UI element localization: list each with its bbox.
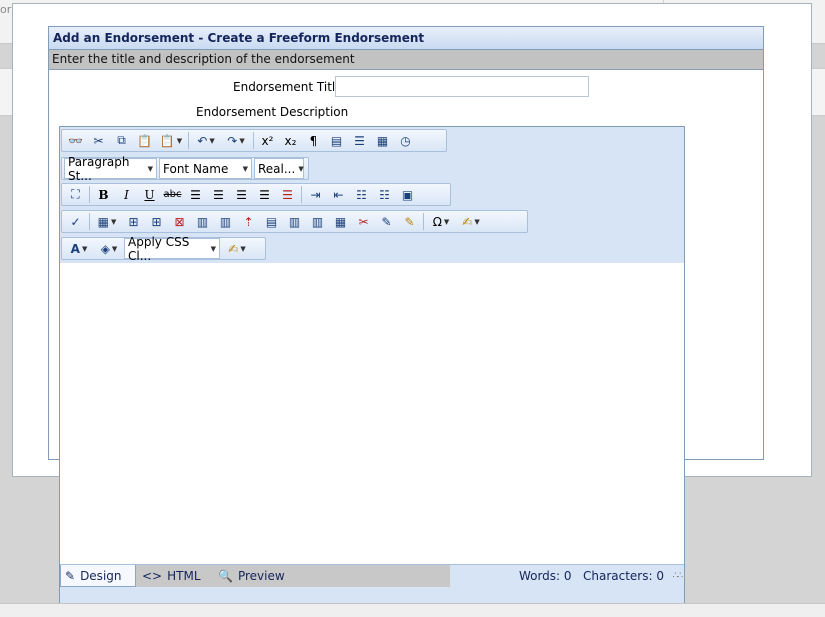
pencil-icon: ✎ <box>65 568 76 583</box>
font-size-value: Real... <box>258 161 296 176</box>
background-footer <box>0 603 825 617</box>
bulleted-list-icon[interactable]: ☷ <box>373 184 396 205</box>
paste-icon[interactable]: 📋 <box>133 130 156 151</box>
insert-column-left-icon[interactable]: ▥ <box>191 211 214 232</box>
merge-rows-icon[interactable]: ▥ <box>283 211 306 232</box>
toolbar-row-3: ⛶ B I U abc ☰ ☰ ☰ ☰ ☰ ⇥ ⇤ ☷ ☷ ▣ <box>61 183 451 206</box>
toolbar-separator <box>188 132 189 149</box>
magnifier-icon: 🔍 <box>218 569 233 583</box>
toolbar-row-4: ✓ ▦ ▼ ⊞ ⊞ ⊠ ▥ ▥ ⇡ ▤ ▥ ▥ ▦ ✂ ✎ ✎ Ω ▼ ✍ ▼ <box>61 210 528 233</box>
cell-properties-icon[interactable]: ✎ <box>375 211 398 232</box>
character-count: Characters: 0 <box>583 569 664 583</box>
background-text: or <box>0 3 12 16</box>
delete-row-icon[interactable]: ⊠ <box>168 211 191 232</box>
remove-alignment-icon[interactable]: ☰ <box>276 184 299 205</box>
paste-options-icon[interactable]: 📋 ▼ <box>156 130 186 151</box>
underline-icon[interactable]: U <box>138 184 161 205</box>
fore-color-icon[interactable]: A ▼ <box>64 238 94 259</box>
align-center-icon[interactable]: ☰ <box>207 184 230 205</box>
insert-row-above-icon[interactable]: ⊞ <box>122 211 145 232</box>
html-mode-tab[interactable]: <> HTML <box>138 565 205 587</box>
editor-status-bar: ✎ Design <> HTML 🔍 Preview Words: 0 Char… <box>60 564 684 587</box>
paste-plain-text-icon[interactable]: ▤ <box>325 130 348 151</box>
outdent-icon[interactable]: ⇤ <box>327 184 350 205</box>
html-mode-label: HTML <box>167 569 201 583</box>
preview-mode-tab[interactable]: 🔍 Preview <box>214 565 289 587</box>
endorsement-title-input[interactable] <box>335 76 589 97</box>
insert-row-below-icon[interactable]: ⊞ <box>145 211 168 232</box>
toolbar-separator <box>89 186 90 203</box>
code-brackets-icon: <> <box>142 569 163 583</box>
split-cell-icon[interactable]: ▥ <box>306 211 329 232</box>
css-class-value: Apply CSS Cl... <box>128 234 190 263</box>
design-mode-label: Design <box>80 568 122 583</box>
background-band-right <box>812 68 825 116</box>
word-char-counts: Words: 0 Characters: 0 <box>519 569 664 583</box>
subscript-icon[interactable]: x₂ <box>279 130 302 151</box>
align-right-icon[interactable]: ☰ <box>230 184 253 205</box>
strikethrough-icon[interactable]: abc <box>161 184 184 205</box>
paragraph-style-dropdown[interactable]: Paragraph St... ▼ <box>64 155 157 183</box>
toolbar-row-2: Paragraph St... ▼ Font Name ▼ Real... ▼ <box>61 155 309 183</box>
redo-icon[interactable]: ↷ ▼ <box>221 130 251 151</box>
editor-toolbar-area: 👓 ✂ ⧉ 📋 📋 ▼ ↶ ▼ ↷ ▼ x² x₂ ¶ ▤ ☰ ▦ ◷ Paragra… <box>60 127 684 263</box>
justify-icon[interactable]: ☰ <box>253 184 276 205</box>
omega-icon[interactable]: Ω ▼ <box>426 211 456 232</box>
select-all-icon[interactable]: ⛶ <box>64 184 87 205</box>
toolbar-separator <box>253 132 254 149</box>
format-stripper-icon[interactable]: ▣ <box>396 184 419 205</box>
delete-cell-icon[interactable]: ▦ <box>329 211 352 232</box>
insert-custom-icon[interactable]: ✍ ▼ <box>456 211 486 232</box>
css-class-dropdown[interactable]: Apply CSS Cl... ▼ <box>124 235 220 263</box>
font-size-dropdown[interactable]: Real... ▼ <box>254 158 304 179</box>
back-color-icon[interactable]: ◈ ▼ <box>94 238 124 259</box>
pilcrow-icon[interactable]: ¶ <box>302 130 325 151</box>
align-icon[interactable]: ☰ <box>348 130 371 151</box>
dialog-subheader: Enter the title and description of the e… <box>49 50 763 70</box>
delete-table-icon[interactable]: ✂ <box>352 211 375 232</box>
resize-grip-icon[interactable]: ∴∴ <box>673 571 684 581</box>
editor-content-area[interactable] <box>60 263 684 563</box>
merge-columns-icon[interactable]: ▤ <box>260 211 283 232</box>
insert-time-icon[interactable]: ◷ <box>394 130 417 151</box>
toolbar-separator <box>301 186 302 203</box>
numbered-list-icon[interactable]: ☷ <box>350 184 373 205</box>
cut-icon[interactable]: ✂ <box>87 130 110 151</box>
table-properties-icon[interactable]: ✎ <box>398 211 421 232</box>
toolbar-separator <box>89 213 90 230</box>
spell-check-icon[interactable]: ✓ <box>64 211 87 232</box>
insert-column-right-icon[interactable]: ▥ <box>214 211 237 232</box>
toolbar-row-5: A ▼ ◈ ▼ Apply CSS Cl... ▼ ✍ ▼ <box>61 235 266 263</box>
toolbar-row-1: 👓 ✂ ⧉ 📋 📋 ▼ ↶ ▼ ↷ ▼ x² x₂ ¶ ▤ ☰ ▦ ◷ <box>61 129 447 152</box>
insert-table-icon[interactable]: ▦ ▼ <box>92 211 122 232</box>
preview-mode-label: Preview <box>237 569 285 583</box>
indent-icon[interactable]: ⇥ <box>304 184 327 205</box>
editor-footer <box>60 587 684 603</box>
italic-icon[interactable]: I <box>115 184 138 205</box>
word-count: Words: 0 <box>518 569 572 583</box>
superscript-icon[interactable]: x² <box>256 130 279 151</box>
paragraph-style-value: Paragraph St... <box>68 154 130 183</box>
background-band-left <box>0 68 12 116</box>
rich-text-editor: 👓 ✂ ⧉ 📋 📋 ▼ ↶ ▼ ↷ ▼ x² x₂ ¶ ▤ ☰ ▦ ◷ Paragra… <box>59 126 685 603</box>
undo-icon[interactable]: ↶ ▼ <box>191 130 221 151</box>
font-name-value: Font Name <box>163 161 229 176</box>
toolbar-separator <box>423 213 424 230</box>
find-replace-icon[interactable]: 👓 <box>64 130 87 151</box>
endorsement-description-label: Endorsement Description <box>196 105 349 119</box>
insert-date-icon[interactable]: ▦ <box>371 130 394 151</box>
bold-icon[interactable]: B <box>92 184 115 205</box>
align-left-icon[interactable]: ☰ <box>184 184 207 205</box>
dialog-header: Add an Endorsement - Create a Freeform E… <box>49 27 763 50</box>
font-name-dropdown[interactable]: Font Name ▼ <box>159 158 252 179</box>
endorsement-title-label: Endorsement Title <box>233 80 343 94</box>
delete-column-icon[interactable]: ⇡ <box>237 211 260 232</box>
design-mode-tab[interactable]: ✎ Design <box>60 565 136 587</box>
copy-icon[interactable]: ⧉ <box>110 130 133 151</box>
format-painter-icon[interactable]: ✍ ▼ <box>222 238 252 259</box>
